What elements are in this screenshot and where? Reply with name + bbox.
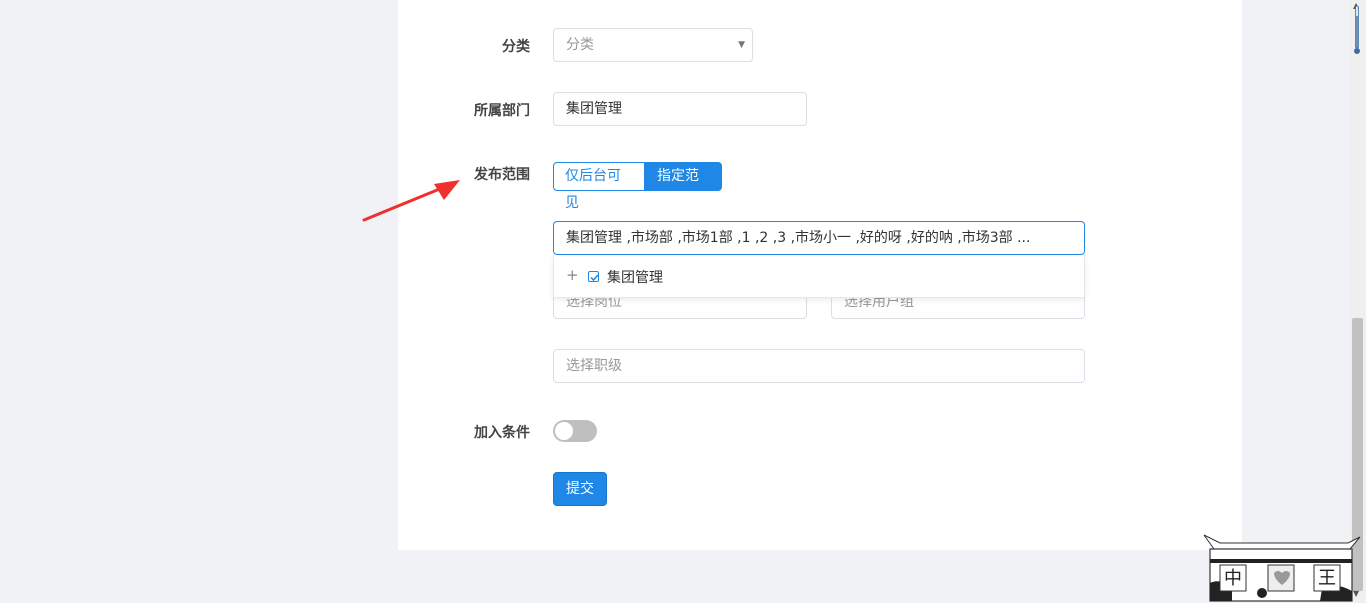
scope-option-specified[interactable]: 指定范围 — [645, 162, 722, 211]
department-input[interactable]: 集团管理 — [553, 92, 807, 126]
add-condition-label: 加入条件 — [474, 425, 530, 441]
plus-icon[interactable]: + — [566, 266, 579, 284]
mascot-box-icon: 中 王 — [1203, 534, 1361, 602]
scope-tree-select[interactable]: 集团管理 ,市场部 ,市场1部 ,1 ,2 ,3 ,市场小一 ,好的呀 ,好的呐… — [553, 221, 1085, 255]
category-select[interactable]: 分类 ▼ — [553, 28, 753, 62]
category-placeholder: 分类 — [566, 37, 594, 53]
department-label: 所属部门 — [474, 103, 530, 119]
svg-text:中: 中 — [1224, 568, 1242, 589]
toggle-knob — [555, 422, 573, 440]
rank-select[interactable]: 选择职级 — [553, 349, 1085, 383]
chevron-down-icon: ▼ — [738, 40, 745, 50]
thermometer-icon — [1354, 6, 1360, 54]
rank-placeholder: 选择职级 — [566, 358, 622, 374]
tree-item-label[interactable]: 集团管理 — [607, 267, 663, 287]
scope-option-backend-only[interactable]: 仅后台可见 — [553, 162, 645, 211]
annotation-arrow-icon — [362, 180, 460, 222]
add-condition-toggle[interactable] — [553, 420, 597, 442]
category-label: 分类 — [502, 39, 530, 55]
svg-text:王: 王 — [1318, 568, 1336, 589]
scope-tree-dropdown: + 集团管理 — [553, 255, 1085, 298]
checkbox-checked-icon[interactable] — [588, 271, 599, 282]
submit-button[interactable]: 提交 — [553, 472, 607, 506]
